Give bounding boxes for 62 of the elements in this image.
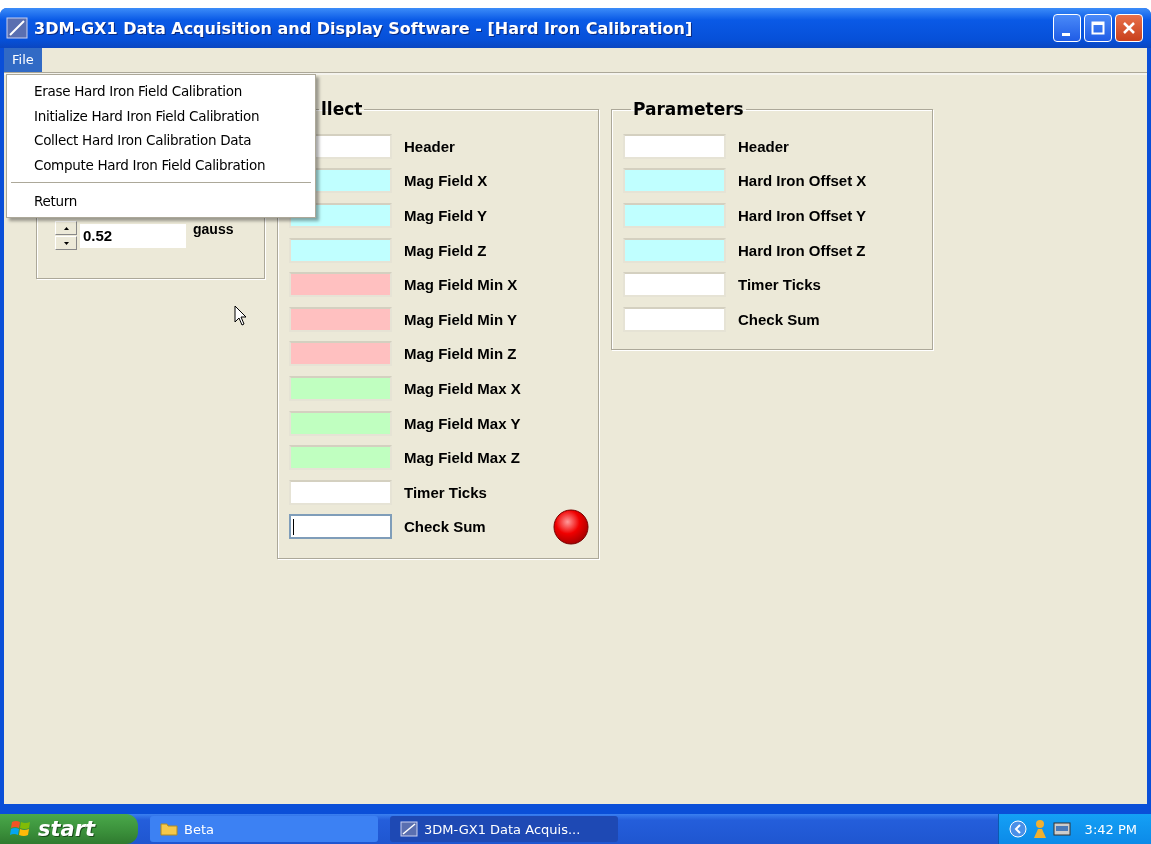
text-field[interactable] [623,306,726,332]
field-label: Mag Field Max Z [404,449,520,467]
field-label: Hard Iron Offset X [738,172,867,190]
field-label: Timer Ticks [404,483,487,501]
field-label: Timer Ticks [738,276,821,294]
menu-item[interactable]: File [4,48,42,72]
text-field[interactable] [289,306,392,332]
field-label: Check Sum [404,518,486,536]
minimize-button[interactable] [1053,14,1081,42]
field-label: Check Sum [738,310,820,328]
field-label: Hard Iron Offset Y [738,207,867,224]
menu-item[interactable]: Collect Hard Iron Calibration Data [7,128,315,153]
spin-buttons[interactable] [55,221,77,250]
maximize-button[interactable] [1084,14,1112,42]
windows-flag-icon [10,819,32,839]
start-button[interactable]: start [0,814,138,844]
app-logo-icon [400,821,418,837]
group-title: Parameters [632,99,745,119]
text-field[interactable] [289,410,392,436]
field-label: Mag Field X [404,172,488,190]
text-field[interactable] [289,237,392,263]
field-label: Header [404,137,455,155]
menu-item[interactable]: Erase Hard Iron Field Calibration [7,79,315,104]
field-label: Mag Field Z [404,241,487,259]
chevron-icon[interactable] [1008,820,1027,838]
close-button[interactable] [1115,14,1143,42]
text-field[interactable] [623,203,726,228]
folder-icon [160,822,178,836]
text-field[interactable] [623,272,726,298]
mouse-pointer-icon [234,305,248,327]
field-label: Hard Iron Offset Z [738,241,866,259]
field-label: Header [738,137,789,155]
close-icon [1122,21,1136,35]
text-field[interactable] [623,133,726,159]
text-field[interactable] [289,375,392,401]
menu-item[interactable]: Return [7,189,315,214]
text-field[interactable] [289,341,392,367]
taskbar-button[interactable]: 3DM-GX1 Data Acquis... [390,816,618,842]
app-logo-icon [6,17,28,39]
clock: 3:42 PM [1084,821,1137,837]
field-label: Mag Field Max X [404,379,521,397]
text-field[interactable] [289,272,392,298]
field-label: Mag Field Min X [404,276,518,294]
magnitude-field[interactable]: 0.52 [79,222,187,249]
minimize-icon [1061,32,1070,36]
field-label: Mag Field Min Y [404,310,518,328]
text-field[interactable] [623,168,726,194]
taskbar-button[interactable]: Beta [150,816,378,842]
group-title: llect [320,99,364,119]
window-title: 3DM-GX1 Data Acquisition and Display Software - [Hard Iron Calibration] [34,18,694,38]
field-label: Mag Field Min Z [404,345,517,363]
text-field[interactable] [289,479,392,505]
network-icon[interactable] [1052,821,1071,837]
maximize-icon [1091,21,1105,35]
text-field[interactable] [289,514,392,540]
menu-item[interactable]: Initialize Hard Iron Field Calibration [7,103,315,128]
field-label: Mag Field Max Y [404,414,521,432]
unit-label: gauss [193,221,234,237]
menu-item[interactable]: Compute Hard Iron Field Calibration [7,152,315,177]
field-label: Mag Field Y [404,207,488,224]
text-field[interactable] [623,237,726,263]
text-field[interactable] [289,445,392,471]
